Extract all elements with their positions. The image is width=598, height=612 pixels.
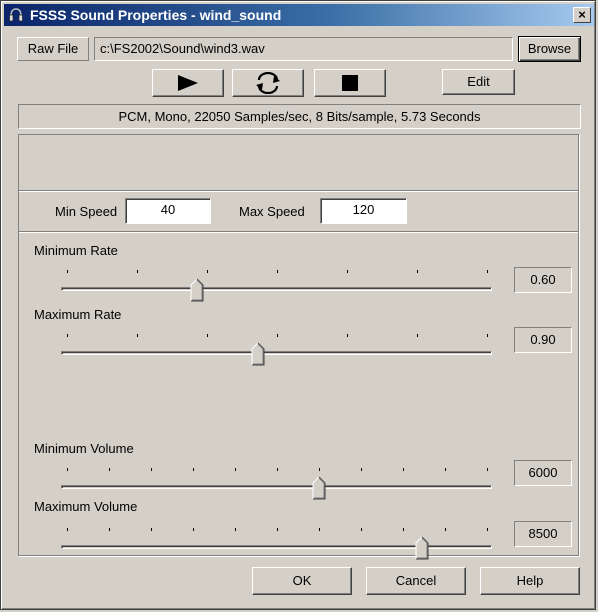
slider-tick: [319, 468, 320, 471]
cancel-button[interactable]: Cancel: [366, 567, 466, 595]
browse-button[interactable]: Browse: [518, 36, 581, 62]
slider-thumb[interactable]: [251, 342, 265, 366]
play-icon: [178, 75, 198, 91]
loop-icon: [256, 71, 280, 95]
max-speed-input[interactable]: 120: [320, 198, 407, 224]
raw-file-label: Raw File: [27, 41, 79, 56]
raw-file-button[interactable]: Raw File: [17, 37, 89, 61]
close-icon: ×: [578, 7, 586, 22]
maximum-volume-value: 8500: [514, 521, 572, 547]
slider-tick: [193, 468, 194, 471]
slider-tick: [347, 270, 348, 273]
slider-tick: [277, 468, 278, 471]
play-button[interactable]: [152, 69, 224, 97]
file-path-field[interactable]: c:\FS2002\Sound\wind3.wav: [94, 37, 513, 61]
min-speed-input[interactable]: 40: [125, 198, 211, 224]
slider-tick: [277, 334, 278, 337]
maximum-volume-label: Maximum Volume: [34, 499, 138, 514]
slider-tick: [445, 528, 446, 531]
slider-tick: [403, 528, 404, 531]
slider-tick: [235, 468, 236, 471]
slider-tick: [109, 468, 110, 471]
slider-tick: [403, 468, 404, 471]
file-path-text: c:\FS2002\Sound\wind3.wav: [100, 41, 265, 56]
browse-label: Browse: [527, 41, 572, 56]
help-button[interactable]: Help: [480, 567, 580, 595]
edit-button[interactable]: Edit: [442, 69, 515, 95]
close-button[interactable]: ×: [573, 7, 591, 23]
slider-tick: [417, 334, 418, 337]
slider-track[interactable]: [61, 287, 492, 291]
minimum-volume-value: 6000: [514, 460, 572, 486]
minimum-rate-label: Minimum Rate: [34, 243, 118, 258]
loop-button[interactable]: [232, 69, 304, 97]
slider-track[interactable]: [61, 485, 492, 489]
slider-tick: [361, 468, 362, 471]
properties-panel: [18, 134, 579, 556]
slider-tick: [487, 270, 488, 273]
slider-tick: [151, 468, 152, 471]
slider-tick: [235, 528, 236, 531]
stop-icon: [342, 75, 358, 91]
divider: [19, 190, 578, 191]
format-info-bar: PCM, Mono, 22050 Samples/sec, 8 Bits/sam…: [18, 104, 581, 129]
max-speed-label: Max Speed: [239, 204, 305, 219]
title-bar[interactable]: FSSS Sound Properties - wind_sound ×: [4, 4, 594, 26]
maximum-rate-label: Maximum Rate: [34, 307, 122, 322]
ok-button[interactable]: OK: [252, 567, 352, 595]
stop-button[interactable]: [314, 69, 386, 97]
minimum-rate-value: 0.60: [514, 267, 572, 293]
divider: [19, 231, 578, 232]
slider-tick: [67, 270, 68, 273]
slider-tick: [109, 528, 110, 531]
ok-label: OK: [292, 573, 312, 588]
slider-tick: [347, 334, 348, 337]
format-info-text: PCM, Mono, 22050 Samples/sec, 8 Bits/sam…: [118, 109, 481, 124]
slider-tick: [193, 528, 194, 531]
slider-tick: [67, 528, 68, 531]
min-speed-label: Min Speed: [55, 204, 118, 219]
slider-thumb[interactable]: [415, 536, 429, 560]
slider-tick: [445, 468, 446, 471]
min-speed-value: 40: [160, 202, 176, 217]
slider-tick: [277, 270, 278, 273]
slider-tick: [207, 334, 208, 337]
slider-tick: [137, 270, 138, 273]
slider-tick: [487, 468, 488, 471]
minimum-volume-label: Minimum Volume: [34, 441, 134, 456]
slider-tick: [277, 528, 278, 531]
slider-tick: [487, 334, 488, 337]
slider-track[interactable]: [61, 351, 492, 355]
dialog-window: FSSS Sound Properties - wind_sound × Raw…: [0, 0, 596, 610]
maximum-rate-value: 0.90: [514, 327, 572, 353]
cancel-label: Cancel: [395, 573, 437, 588]
slider-tick: [361, 528, 362, 531]
slider-tick: [207, 270, 208, 273]
slider-thumb[interactable]: [312, 476, 326, 500]
slider-thumb[interactable]: [190, 278, 204, 302]
max-speed-value: 120: [352, 202, 375, 217]
slider-tick: [67, 468, 68, 471]
slider-tick: [137, 334, 138, 337]
slider-tick: [319, 528, 320, 531]
slider-tick: [67, 334, 68, 337]
window-title: FSSS Sound Properties - wind_sound: [30, 7, 282, 23]
slider-tick: [487, 528, 488, 531]
slider-tick: [151, 528, 152, 531]
slider-tick: [417, 270, 418, 273]
headphones-icon: [9, 8, 23, 22]
edit-label: Edit: [467, 74, 490, 89]
help-label: Help: [516, 573, 544, 588]
